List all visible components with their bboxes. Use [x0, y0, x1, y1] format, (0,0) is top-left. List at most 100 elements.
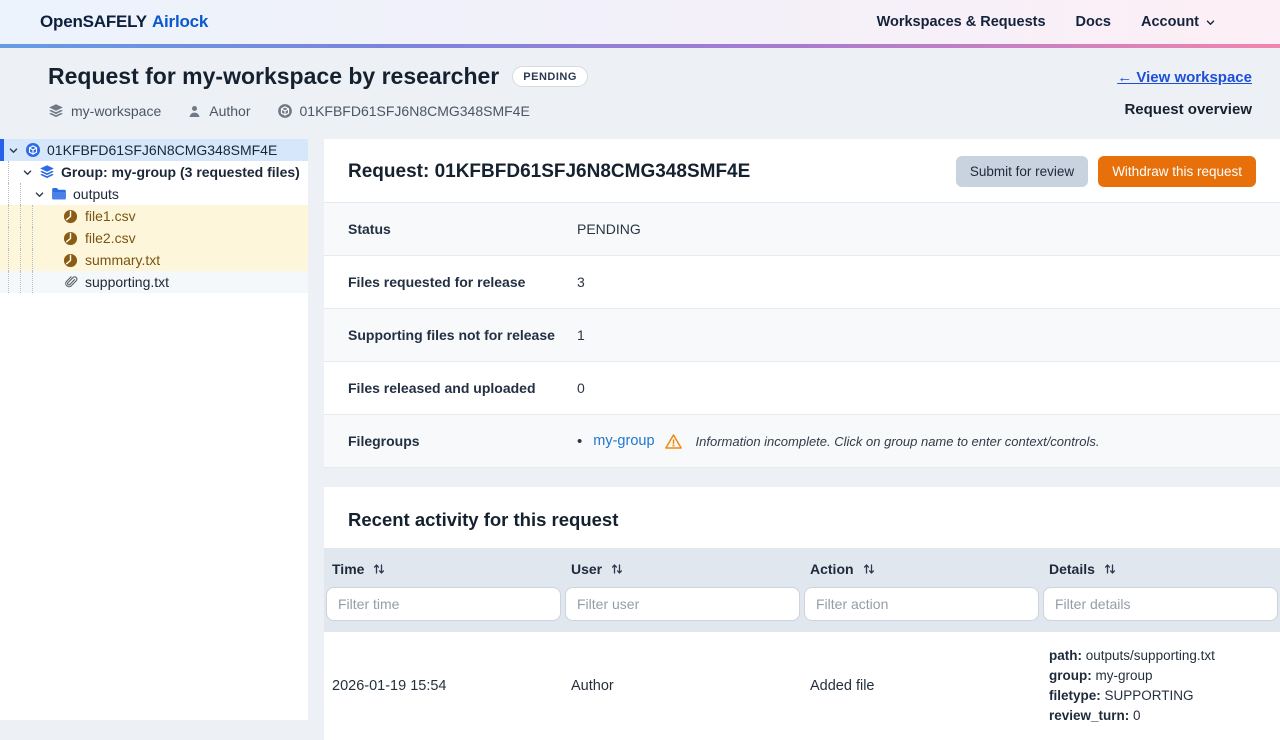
chevron-down-icon — [1205, 17, 1216, 28]
detail-value: SUPPORTING — [1104, 688, 1194, 703]
request-summary-table: Status PENDING Files requested for relea… — [324, 202, 1280, 468]
page-header: Request for my-workspace by researcher P… — [0, 48, 1280, 135]
tree-item-label: supporting.txt — [85, 274, 170, 290]
page-header-left: Request for my-workspace by researcher P… — [48, 62, 588, 135]
chevron-down-icon[interactable] — [20, 167, 35, 178]
summary-row-files-requested: Files requested for release 3 — [324, 256, 1280, 309]
tree-guide — [32, 249, 44, 271]
request-cube-icon — [24, 142, 41, 158]
chevron-down-icon[interactable] — [6, 145, 21, 156]
activity-filter-row — [324, 587, 1280, 631]
filter-action-input[interactable] — [804, 587, 1039, 621]
column-label: Details — [1049, 561, 1095, 577]
detail-review-turn: review_turn: 0 — [1049, 706, 1272, 726]
detail-group: group: my-group — [1049, 666, 1272, 686]
tree-guide — [32, 227, 44, 249]
meta-request-id: 01KFBFD61SFJ6N8CMG348SMF4E — [277, 103, 530, 119]
withdraw-request-button[interactable]: Withdraw this request — [1098, 156, 1256, 187]
tree-item-file1-csv[interactable]: file1.csv — [0, 205, 308, 227]
tree-item-label: Group: my-group (3 requested files) — [61, 164, 300, 180]
tree-item-request-root[interactable]: 01KFBFD61SFJ6N8CMG348SMF4E — [0, 139, 308, 161]
activity-action: Added file — [810, 678, 875, 694]
output-file-icon — [62, 253, 79, 268]
sort-icon — [611, 563, 623, 575]
nav-account-label: Account — [1141, 14, 1199, 30]
page-header-right: ← View workspace Request overview — [1117, 62, 1252, 135]
activity-table-row: 2026-01-19 15:54 Author Added file path:… — [324, 631, 1280, 740]
detail-key: review_turn: — [1049, 708, 1130, 723]
column-header-time[interactable]: Time — [324, 548, 563, 587]
summary-label: Files requested for release — [348, 274, 526, 290]
status-badge: PENDING — [512, 65, 588, 87]
submit-for-review-button[interactable]: Submit for review — [955, 156, 1089, 187]
stack-icon — [48, 103, 64, 119]
folder-icon — [50, 186, 67, 202]
main-column: Request: 01KFBFD61SFJ6N8CMG348SMF4E Subm… — [324, 139, 1280, 740]
summary-value: 0 — [577, 380, 585, 396]
tree-guide — [20, 249, 32, 271]
meta-author-label: Author — [209, 103, 251, 119]
tree-item-group-my-group[interactable]: Group: my-group (3 requested files) — [0, 161, 308, 183]
sort-icon — [863, 563, 875, 575]
column-header-user[interactable]: User — [563, 548, 802, 587]
detail-path: path: outputs/supporting.txt — [1049, 646, 1272, 666]
tree-item-label: file1.csv — [85, 208, 136, 224]
tree-guide — [8, 205, 20, 227]
nav-docs[interactable]: Docs — [1076, 14, 1111, 30]
chevron-down-icon[interactable] — [32, 189, 47, 200]
summary-value: 3 — [577, 274, 585, 290]
tree-guide — [8, 183, 20, 205]
cube-icon — [277, 103, 293, 119]
filegroup-list-item: • my-group Information incomplete. Click… — [577, 432, 1099, 451]
filegroup-link-my-group[interactable]: my-group — [593, 433, 654, 449]
summary-value: 1 — [577, 327, 585, 343]
app-logo[interactable]: OpenSAFELY Airlock — [40, 12, 208, 32]
column-label: Time — [332, 561, 365, 577]
tree-guide — [8, 227, 20, 249]
recent-activity-heading: Recent activity for this request — [348, 509, 619, 530]
nav-docs-label: Docs — [1075, 14, 1111, 30]
tree-item-file2-csv[interactable]: file2.csv — [0, 227, 308, 249]
filter-time-input[interactable] — [326, 587, 561, 621]
logo-opensafely: OpenSAFELY — [40, 12, 147, 31]
nav-account-menu[interactable]: Account — [1141, 14, 1216, 30]
request-overview-link[interactable]: Request overview — [1124, 101, 1252, 118]
bullet-marker: • — [577, 432, 583, 450]
activity-table-header: Time User Action Details — [324, 548, 1280, 587]
tree-item-folder-outputs[interactable]: outputs — [0, 183, 308, 205]
tree-guide — [8, 161, 20, 183]
summary-label: Supporting files not for release — [348, 327, 555, 343]
summary-label: Filegroups — [348, 433, 420, 449]
sort-icon — [373, 563, 385, 575]
detail-key: filetype: — [1049, 688, 1101, 703]
tree-guide — [32, 271, 44, 293]
column-header-details[interactable]: Details — [1041, 548, 1280, 587]
view-workspace-link[interactable]: ← View workspace — [1117, 69, 1252, 86]
column-label: User — [571, 561, 603, 577]
tree-item-label: file2.csv — [85, 230, 136, 246]
filter-user-input[interactable] — [565, 587, 800, 621]
tree-guide — [20, 227, 32, 249]
filter-details-input[interactable] — [1043, 587, 1278, 621]
tree-item-summary-txt[interactable]: summary.txt — [0, 249, 308, 271]
detail-key: path: — [1049, 648, 1082, 663]
sort-icon — [1104, 563, 1116, 575]
tree-guide — [32, 205, 44, 227]
paperclip-icon — [62, 275, 79, 289]
activity-user: Author — [571, 678, 614, 694]
tree-item-label: outputs — [73, 186, 119, 202]
column-header-action[interactable]: Action — [802, 548, 1041, 587]
summary-row-supporting-files: Supporting files not for release 1 — [324, 309, 1280, 362]
activity-details: path: outputs/supporting.txt group: my-g… — [1041, 646, 1280, 726]
request-summary-panel: Request: 01KFBFD61SFJ6N8CMG348SMF4E Subm… — [324, 139, 1280, 468]
meta-author: Author — [187, 103, 251, 119]
summary-row-status: Status PENDING — [324, 203, 1280, 256]
detail-value: my-group — [1095, 668, 1153, 683]
tree-item-label: 01KFBFD61SFJ6N8CMG348SMF4E — [47, 142, 278, 158]
tree-item-label: summary.txt — [85, 252, 161, 268]
nav-workspaces-requests[interactable]: Workspaces & Requests — [877, 14, 1046, 30]
tree-item-supporting-txt[interactable]: supporting.txt — [0, 271, 308, 293]
meta-workspace-label: my-workspace — [71, 103, 162, 119]
summary-label: Status — [348, 221, 391, 237]
content-area: 01KFBFD61SFJ6N8CMG348SMF4E Group: my-gro… — [0, 139, 1280, 740]
